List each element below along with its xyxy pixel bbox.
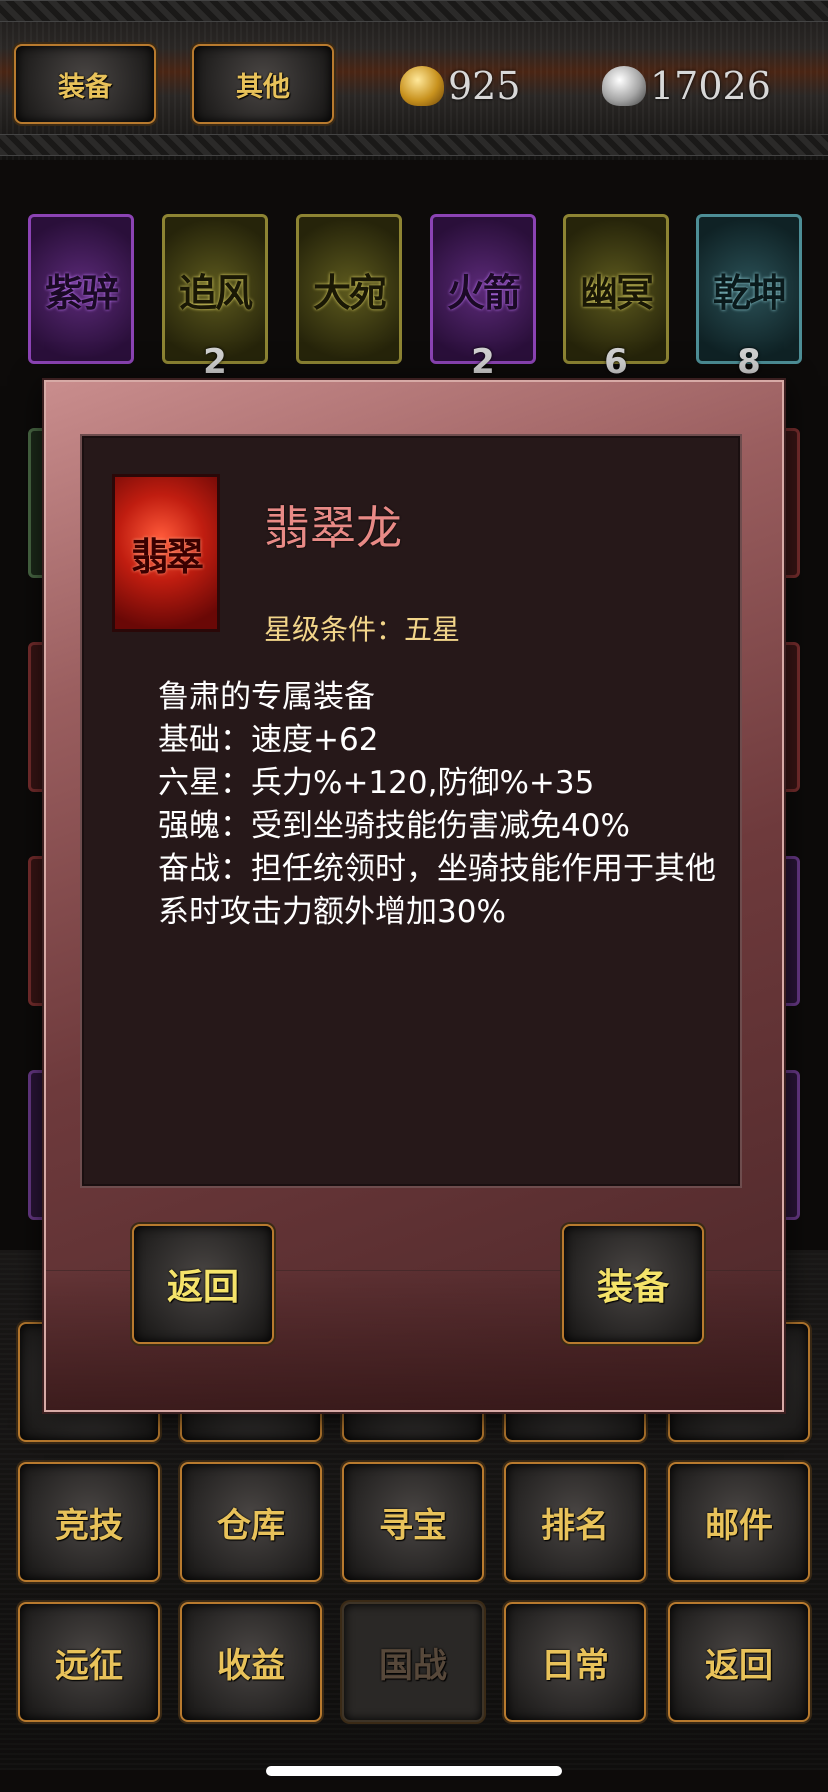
mail-button[interactable]: 邮件 xyxy=(668,1462,810,1582)
gold-counter: 925 xyxy=(400,60,521,112)
silver-counter: 17026 xyxy=(602,60,771,112)
arena-button[interactable]: 竞技 xyxy=(18,1462,160,1582)
mount-count: 2 xyxy=(471,342,495,382)
silver-ingot-icon xyxy=(602,66,646,106)
mount-item-icon: 翡翠 xyxy=(112,474,220,632)
desc-line: 六星：兵力%+120,防御%+35 xyxy=(158,765,595,801)
desc-line: 鲁肃的专属装备 xyxy=(158,679,375,715)
mount-card[interactable]: 大宛 xyxy=(296,214,402,364)
expedition-button[interactable]: 远征 xyxy=(18,1602,160,1722)
desc-line: 基础：速度+62 xyxy=(158,722,379,758)
gold-amount: 925 xyxy=(448,64,521,108)
item-description: 鲁肃的专属装备 基础：速度+62 六星：兵力%+120,防御%+35 强魄：受到… xyxy=(158,676,728,934)
warehouse-button[interactable]: 仓库 xyxy=(180,1462,322,1582)
home-indicator[interactable] xyxy=(266,1766,562,1776)
top-stripe xyxy=(0,0,828,22)
mount-card[interactable]: 紫骍 xyxy=(28,214,134,364)
nation-war-button: 国战 xyxy=(342,1602,484,1722)
silver-amount: 17026 xyxy=(650,64,771,108)
return-button[interactable]: 返回 xyxy=(668,1602,810,1722)
tab-equipment[interactable]: 装备 xyxy=(14,44,156,124)
desc-line: 强魄：受到坐骑技能伤害减免40% xyxy=(158,808,630,844)
desc-line: 奋战：担任统领时，坐骑技能作用于其他系时攻击力额外增加30% xyxy=(158,851,716,930)
item-detail-panel: 翡翠 翡翠龙 星级条件：五星 鲁肃的专属装备 基础：速度+62 六星：兵力%+1… xyxy=(80,434,742,1188)
star-condition: 星级条件：五星 xyxy=(264,613,461,646)
income-button[interactable]: 收益 xyxy=(180,1602,322,1722)
mount-count: 6 xyxy=(604,342,628,382)
modal-equip-button[interactable]: 装备 xyxy=(562,1224,704,1344)
mount-count: 2 xyxy=(203,342,227,382)
treasure-hunt-button[interactable]: 寻宝 xyxy=(342,1462,484,1582)
mount-count: 8 xyxy=(737,342,761,382)
item-name: 翡翠龙 xyxy=(264,501,402,555)
tab-other[interactable]: 其他 xyxy=(192,44,334,124)
modal-back-button[interactable]: 返回 xyxy=(132,1224,274,1344)
gold-ingot-icon xyxy=(400,66,444,106)
bottom-stripe xyxy=(0,134,828,156)
ranking-button[interactable]: 排名 xyxy=(504,1462,646,1582)
daily-button[interactable]: 日常 xyxy=(504,1602,646,1722)
item-detail-modal: 翡翠 翡翠龙 星级条件：五星 鲁肃的专属装备 基础：速度+62 六星：兵力%+1… xyxy=(44,380,784,1412)
